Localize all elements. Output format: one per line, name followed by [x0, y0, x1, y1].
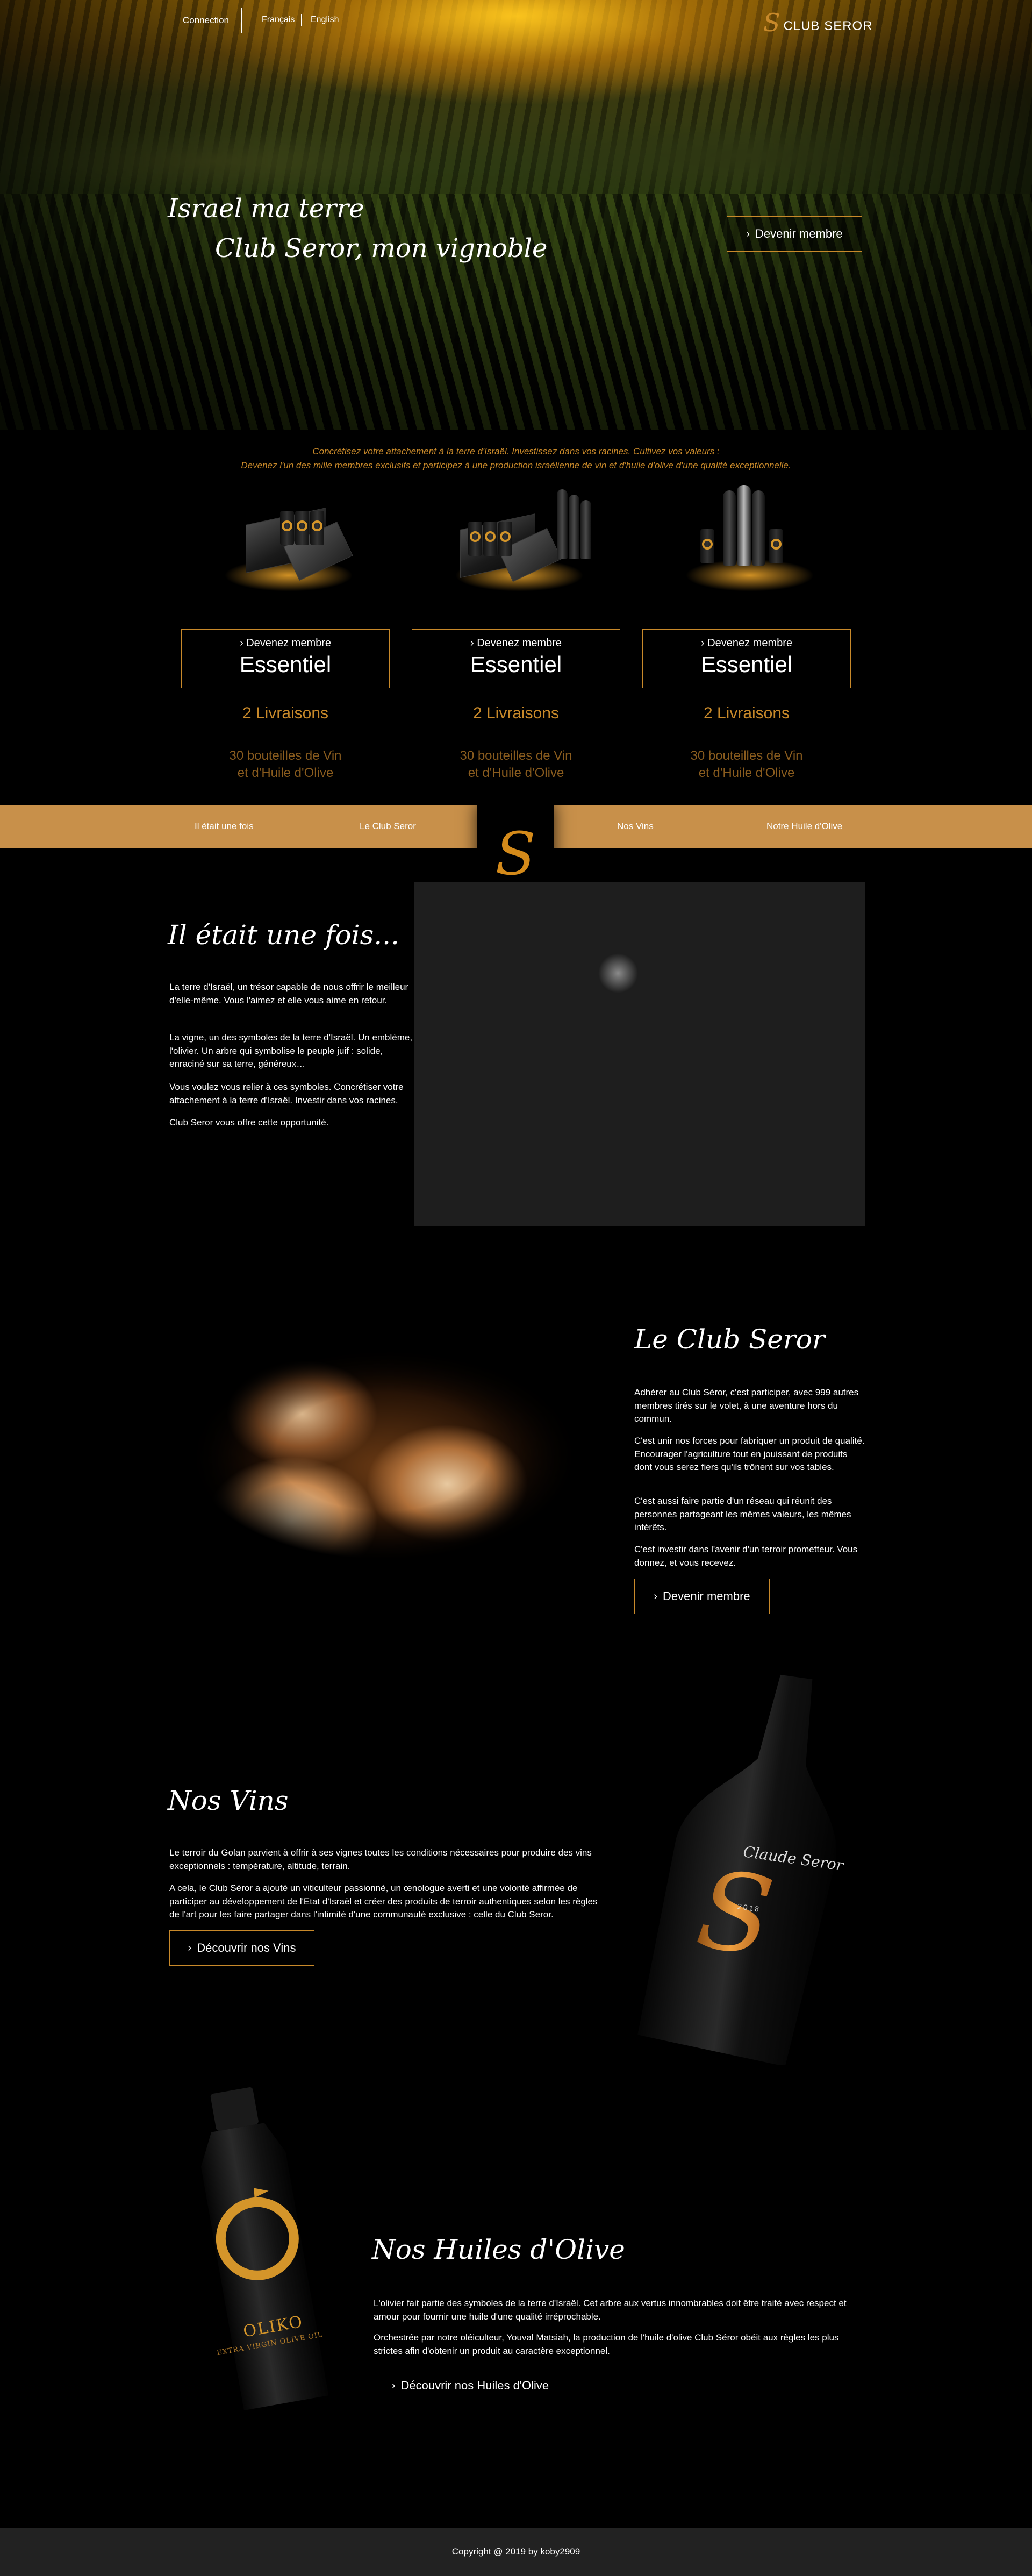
offer-become-member-button[interactable]: › Devenez membre Essentiel — [412, 629, 620, 688]
offer-desc-line2: et d'Huile d'Olive — [698, 766, 795, 780]
wine-corks-image — [168, 1296, 608, 1597]
offer-card-2: › Devenez membre Essentiel 2 Livraisons … — [412, 479, 620, 780]
nav-logo-mark: S — [495, 819, 536, 888]
offer-plan-name: Essentiel — [700, 652, 793, 677]
lang-french-link[interactable]: Français — [262, 15, 295, 25]
wine-bottle-image: S Claude Seror 2018 — [630, 1672, 866, 2067]
footer: Copyright @ 2019 by koby2909 — [0, 2528, 1032, 2576]
history-title: Il était une fois... — [168, 919, 399, 951]
offer-card-1: › Devenez membre Essentiel 2 Livraisons … — [181, 479, 390, 780]
club-paragraph-2: C'est unir nos forces pour fabriquer un … — [634, 1436, 865, 1473]
offer-desc-line1: 30 bouteilles de Vin — [460, 748, 572, 763]
lang-english-link[interactable]: English — [311, 15, 339, 25]
tagline-line1: Concrétisez votre attachement à la terre… — [312, 446, 720, 456]
offer-become-member-button[interactable]: › Devenez membre Essentiel — [181, 629, 390, 688]
offer-desc-line1: 30 bouteilles de Vin — [229, 748, 342, 763]
login-button[interactable]: Connection — [170, 8, 242, 33]
offer-small-label: Devenez membre — [477, 637, 562, 649]
chevron-right-icon: › — [391, 2379, 396, 2392]
nav-item-olive-oil[interactable]: Notre Huile d'Olive — [766, 821, 842, 832]
club-paragraph-4: C'est investir dans l'avenir d'un terroi… — [634, 1544, 858, 1568]
discover-wines-button[interactable]: › Découvrir nos Vins — [169, 1930, 314, 1966]
club-title: Le Club Seror — [634, 1324, 825, 1355]
offer-product-image — [412, 479, 620, 602]
olive-oil-bottle-image: OLIKO EXTRA VIRGIN OLIVE OIL — [168, 2081, 372, 2414]
lang-separator — [301, 14, 302, 26]
offer-small-label: Devenez membre — [707, 637, 793, 649]
tagline-line2: Devenez l'un des mille membres exclusifs… — [241, 460, 791, 470]
oil-paragraph-1: L'olivier fait partie des symboles de la… — [374, 2298, 847, 2322]
oil-cta-label: Découvrir nos Huiles d'Olive — [400, 2379, 549, 2392]
hero-vignette — [0, 0, 1032, 430]
nav-item-club[interactable]: Le Club Seror — [360, 821, 416, 832]
history-paragraph-2: La vigne, un des symboles de la terre d'… — [169, 1032, 413, 1069]
offer-desc-line2: et d'Huile d'Olive — [237, 766, 334, 780]
club-paragraph-1: Adhérer au Club Séror, c'est participer,… — [634, 1387, 859, 1424]
offer-product-image — [642, 479, 851, 602]
footer-copyright: Copyright @ 2019 by koby2909 — [452, 2546, 580, 2557]
nav-item-history[interactable]: Il était une fois — [195, 821, 254, 832]
wines-paragraph-1: Le terroir du Golan parvient à offrir à … — [169, 1847, 592, 1871]
brand-logo-mark: S — [763, 8, 780, 37]
wines-cta-label: Découvrir nos Vins — [197, 1941, 296, 1954]
chevron-right-icon: › — [700, 637, 708, 649]
chevron-right-icon: › — [746, 227, 750, 240]
hero-title-line1: Israel ma terre — [168, 194, 364, 224]
chevron-right-icon: › — [239, 637, 247, 649]
offer-deliveries: 2 Livraisons — [472, 704, 560, 722]
club-become-member-button[interactable]: › Devenir membre — [634, 1579, 770, 1614]
history-paragraph-3: Vous voulez vous relier à ces symboles. … — [169, 1082, 404, 1105]
oil-paragraph-2: Orchestrée par notre oléiculteur, Youval… — [374, 2332, 839, 2356]
hero-title-line2: Club Seror, mon vignoble — [215, 233, 548, 263]
hero-become-member-button[interactable]: › Devenir membre — [727, 216, 862, 252]
wines-paragraph-2: A cela, le Club Séror a ajouté un viticu… — [169, 1883, 598, 1920]
offer-deliveries: 2 Livraisons — [703, 704, 790, 722]
nav-item-wines[interactable]: Nos Vins — [617, 821, 654, 832]
offer-product-image — [181, 479, 390, 602]
offer-plan-name: Essentiel — [239, 652, 332, 677]
hero-cta-label: Devenir membre — [755, 227, 843, 240]
brand-name: CLUB SEROR — [783, 19, 873, 33]
offer-desc-line1: 30 bouteilles de Vin — [690, 748, 803, 763]
discover-olive-oil-button[interactable]: › Découvrir nos Huiles d'Olive — [374, 2368, 567, 2403]
wines-title: Nos Vins — [168, 1785, 289, 1816]
offer-small-label: Devenez membre — [246, 637, 332, 649]
offer-plan-name: Essentiel — [470, 652, 562, 677]
grapes-in-hand-image — [414, 882, 865, 1226]
offer-become-member-button[interactable]: › Devenez membre Essentiel — [642, 629, 851, 688]
chevron-right-icon: › — [188, 1942, 192, 1954]
history-paragraph-1: La terre d'Israël, un trésor capable de … — [169, 982, 408, 1005]
offer-deliveries: 2 Livraisons — [242, 704, 329, 722]
brand-logo[interactable]: S CLUB SEROR — [763, 6, 873, 39]
chevron-right-icon: › — [654, 1590, 658, 1602]
club-cta-label: Devenir membre — [663, 1589, 750, 1603]
olive-oil-title: Nos Huiles d'Olive — [372, 2234, 625, 2265]
offer-card-3: › Devenez membre Essentiel 2 Livraisons … — [642, 479, 851, 780]
offer-desc-line2: et d'Huile d'Olive — [468, 766, 564, 780]
chevron-right-icon: › — [470, 637, 477, 649]
hero-banner — [0, 0, 1032, 430]
history-paragraph-4: Club Seror vous offre cette opportunité. — [169, 1117, 329, 1128]
club-paragraph-3: C'est aussi faire partie d'un réseau qui… — [634, 1496, 851, 1533]
